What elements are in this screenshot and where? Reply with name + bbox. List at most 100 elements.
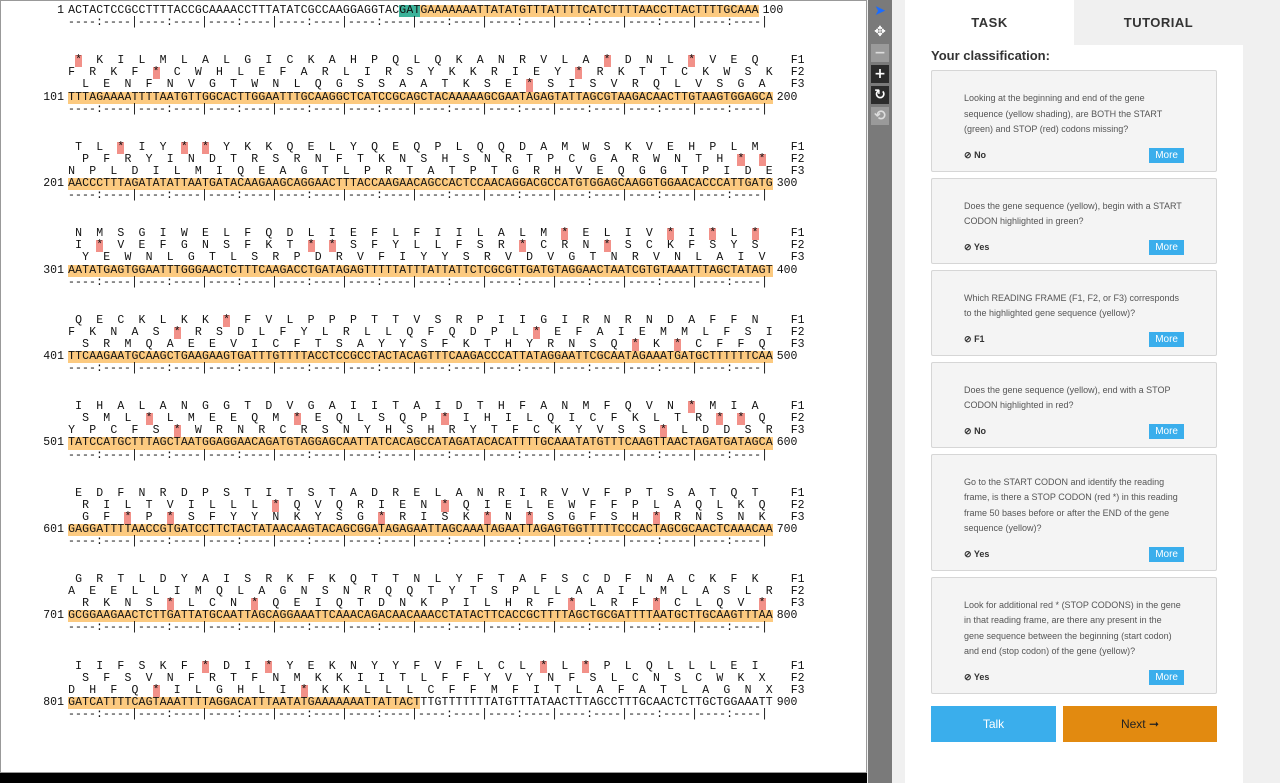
zoom-in-icon[interactable]: + bbox=[871, 65, 889, 83]
more-button[interactable]: More bbox=[1149, 546, 1184, 562]
ruler-row: ----:----|----:----|----:----|----:----|… bbox=[11, 17, 805, 29]
ruler-row: ----:----|----:----|----:----|----:----|… bbox=[11, 103, 805, 116]
amino-acid bbox=[96, 252, 103, 264]
amino-acid: N bbox=[547, 671, 555, 685]
tab-tutorial[interactable]: TUTORIAL bbox=[1074, 0, 1243, 45]
sequence-block: Y S A F Y R K T F I S P R R G T M K K I … bbox=[11, 1, 805, 29]
translation-frame-row: Q E C K L K K * F V L P P P T T V S R P … bbox=[11, 313, 805, 327]
amino-acid bbox=[604, 252, 611, 264]
amino-acid bbox=[505, 661, 512, 673]
end-position: 500 bbox=[776, 349, 798, 363]
ruler-row: ----:----|----:----|----:----|----:----|… bbox=[11, 449, 805, 462]
amino-acid bbox=[146, 661, 153, 673]
amino-acid bbox=[766, 228, 773, 240]
zoom-out-icon[interactable]: − bbox=[871, 44, 889, 62]
more-button[interactable]: More bbox=[1149, 239, 1184, 255]
amino-acid: N bbox=[476, 486, 484, 500]
question-text: Looking at the beginning and end of the … bbox=[964, 93, 1163, 134]
amino-acid bbox=[470, 488, 477, 500]
amino-acid: Q bbox=[293, 498, 301, 512]
amino-acid bbox=[103, 315, 110, 327]
talk-button[interactable]: Talk bbox=[931, 706, 1056, 742]
translation-frame-row: R I L T V I L L L * Q V Q R I E N * Q I … bbox=[11, 498, 805, 512]
amino-acid bbox=[117, 500, 124, 512]
amino-acid bbox=[441, 661, 448, 673]
amino-acid bbox=[265, 79, 272, 91]
more-button[interactable]: More bbox=[1149, 669, 1184, 685]
amino-acid bbox=[110, 315, 117, 327]
amino-acid bbox=[618, 673, 625, 685]
amino-acid: S bbox=[223, 486, 230, 500]
amino-acid bbox=[604, 500, 611, 512]
amino-acid: F bbox=[117, 486, 125, 500]
amino-acid: Y bbox=[392, 659, 400, 673]
more-button[interactable]: More bbox=[1149, 147, 1184, 163]
classification-heading: Your classification: bbox=[931, 48, 1050, 63]
amino-acid bbox=[477, 79, 484, 91]
amino-acid bbox=[223, 500, 230, 512]
amino-acid bbox=[413, 500, 420, 512]
amino-acid: N bbox=[645, 313, 653, 327]
amino-acid bbox=[498, 252, 505, 264]
amino-acid: L bbox=[209, 498, 216, 512]
amino-acid bbox=[301, 315, 308, 327]
amino-acid bbox=[153, 79, 160, 91]
move-icon[interactable]: ✥ bbox=[871, 23, 889, 41]
tab-task[interactable]: TASK bbox=[905, 0, 1074, 45]
amino-acid bbox=[625, 500, 632, 512]
amino-acid: S bbox=[124, 671, 132, 685]
amino-acid bbox=[639, 673, 646, 685]
amino-acid bbox=[75, 79, 82, 91]
amino-acid bbox=[597, 79, 604, 91]
amino-acid bbox=[427, 252, 434, 264]
amino-acid bbox=[477, 673, 484, 685]
amino-acid: Q bbox=[314, 78, 322, 92]
amino-acid: T bbox=[286, 486, 294, 500]
amino-acid: L bbox=[526, 498, 534, 512]
amino-acid bbox=[174, 79, 181, 91]
amino-acid bbox=[202, 252, 209, 264]
amino-acid: L bbox=[716, 498, 724, 512]
amino-acid: E bbox=[96, 313, 104, 327]
stop-codon-mark: * bbox=[265, 659, 273, 673]
amino-acid bbox=[745, 500, 752, 512]
amino-acid bbox=[730, 500, 737, 512]
sequence-block: T L * I Y * * Y K K Q E L Y Q E Q P L Q … bbox=[11, 141, 804, 202]
amino-acid bbox=[723, 315, 730, 327]
amino-acid bbox=[131, 661, 138, 673]
amino-acid bbox=[427, 673, 434, 685]
amino-acid bbox=[82, 661, 89, 673]
pointer-icon[interactable]: ➤ bbox=[871, 2, 889, 20]
amino-acid bbox=[470, 315, 477, 327]
more-button[interactable]: More bbox=[1149, 423, 1184, 439]
reset-icon[interactable]: ⟲ bbox=[871, 107, 889, 125]
amino-acid bbox=[286, 252, 293, 264]
amino-acid bbox=[477, 252, 484, 264]
amino-acid bbox=[491, 252, 498, 264]
amino-acid: C bbox=[695, 671, 703, 685]
more-button[interactable]: More bbox=[1149, 331, 1184, 347]
amino-acid: L bbox=[82, 78, 90, 92]
amino-acid bbox=[195, 79, 202, 91]
amino-acid: I bbox=[568, 78, 576, 92]
amino-acid bbox=[702, 252, 709, 264]
amino-acid bbox=[286, 500, 293, 512]
amino-acid bbox=[75, 252, 82, 264]
stop-codon-mark: * bbox=[223, 313, 231, 327]
amino-acid: W bbox=[568, 498, 576, 512]
amino-acid bbox=[625, 673, 632, 685]
stop-codon-mark: * bbox=[272, 498, 280, 512]
amino-acid bbox=[427, 79, 434, 91]
amino-acid bbox=[526, 661, 533, 673]
rotate-icon[interactable]: ↻ bbox=[871, 86, 889, 104]
amino-acid: T bbox=[230, 671, 238, 685]
amino-acid bbox=[329, 79, 336, 91]
amino-acid bbox=[244, 79, 251, 91]
amino-acid: R bbox=[392, 486, 400, 500]
amino-acid bbox=[582, 500, 589, 512]
amino-acid bbox=[561, 79, 568, 91]
amino-acid: L bbox=[695, 251, 703, 265]
amino-acid bbox=[174, 673, 181, 685]
next-button[interactable]: Next ➞ bbox=[1063, 706, 1217, 742]
amino-acid bbox=[477, 500, 484, 512]
